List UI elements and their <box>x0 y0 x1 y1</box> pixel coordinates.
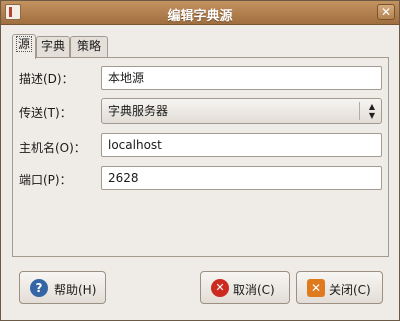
transport-label: 传送(T)： <box>19 106 72 120</box>
help-button[interactable]: ? 帮助(H) <box>19 271 106 304</box>
hostname-field[interactable]: localhost <box>101 133 382 157</box>
transport-select-value: 字典服务器 <box>108 104 169 118</box>
title-bar[interactable]: 编辑字典源 ✕ <box>1 1 399 25</box>
tab-dictionary-label: 字典 <box>40 39 65 53</box>
description-field[interactable]: 本地源 <box>101 66 382 90</box>
tab-dictionary[interactable]: 字典 <box>36 36 70 57</box>
up-down-arrows-icon: ▲ ▼ <box>368 102 375 120</box>
cancel-button-label: 取消(C) <box>233 283 275 297</box>
close-icon: ✕ <box>307 279 325 297</box>
combo-separator <box>359 102 360 120</box>
help-icon: ? <box>30 279 48 297</box>
hostname-label: 主机名(O)： <box>19 141 86 155</box>
transport-select[interactable]: 字典服务器 ▲ ▼ <box>101 98 382 124</box>
help-button-label: 帮助(H) <box>54 283 97 297</box>
description-label: 描述(D)： <box>19 72 74 86</box>
tab-source-label: 源 <box>15 36 32 52</box>
port-field[interactable]: 2628 <box>101 166 382 190</box>
cancel-icon: ✕ <box>211 279 229 297</box>
close-button[interactable]: ✕ 关闭(C) <box>296 271 383 304</box>
dialog-window: 编辑字典源 ✕ 源 字典 策略 描述(D)： 本地源 传送(T)： 字典服务器 … <box>0 0 400 321</box>
port-label: 端口(P)： <box>19 173 72 187</box>
tab-strategy-label: 策略 <box>76 39 101 53</box>
window-title: 编辑字典源 <box>167 9 233 24</box>
window-close-button[interactable]: ✕ <box>377 4 395 20</box>
tab-strategy[interactable]: 策略 <box>70 36 108 57</box>
tab-source[interactable]: 源 <box>12 34 36 59</box>
close-button-label: 关闭(C) <box>329 283 371 297</box>
cancel-button[interactable]: ✕ 取消(C) <box>200 271 290 304</box>
